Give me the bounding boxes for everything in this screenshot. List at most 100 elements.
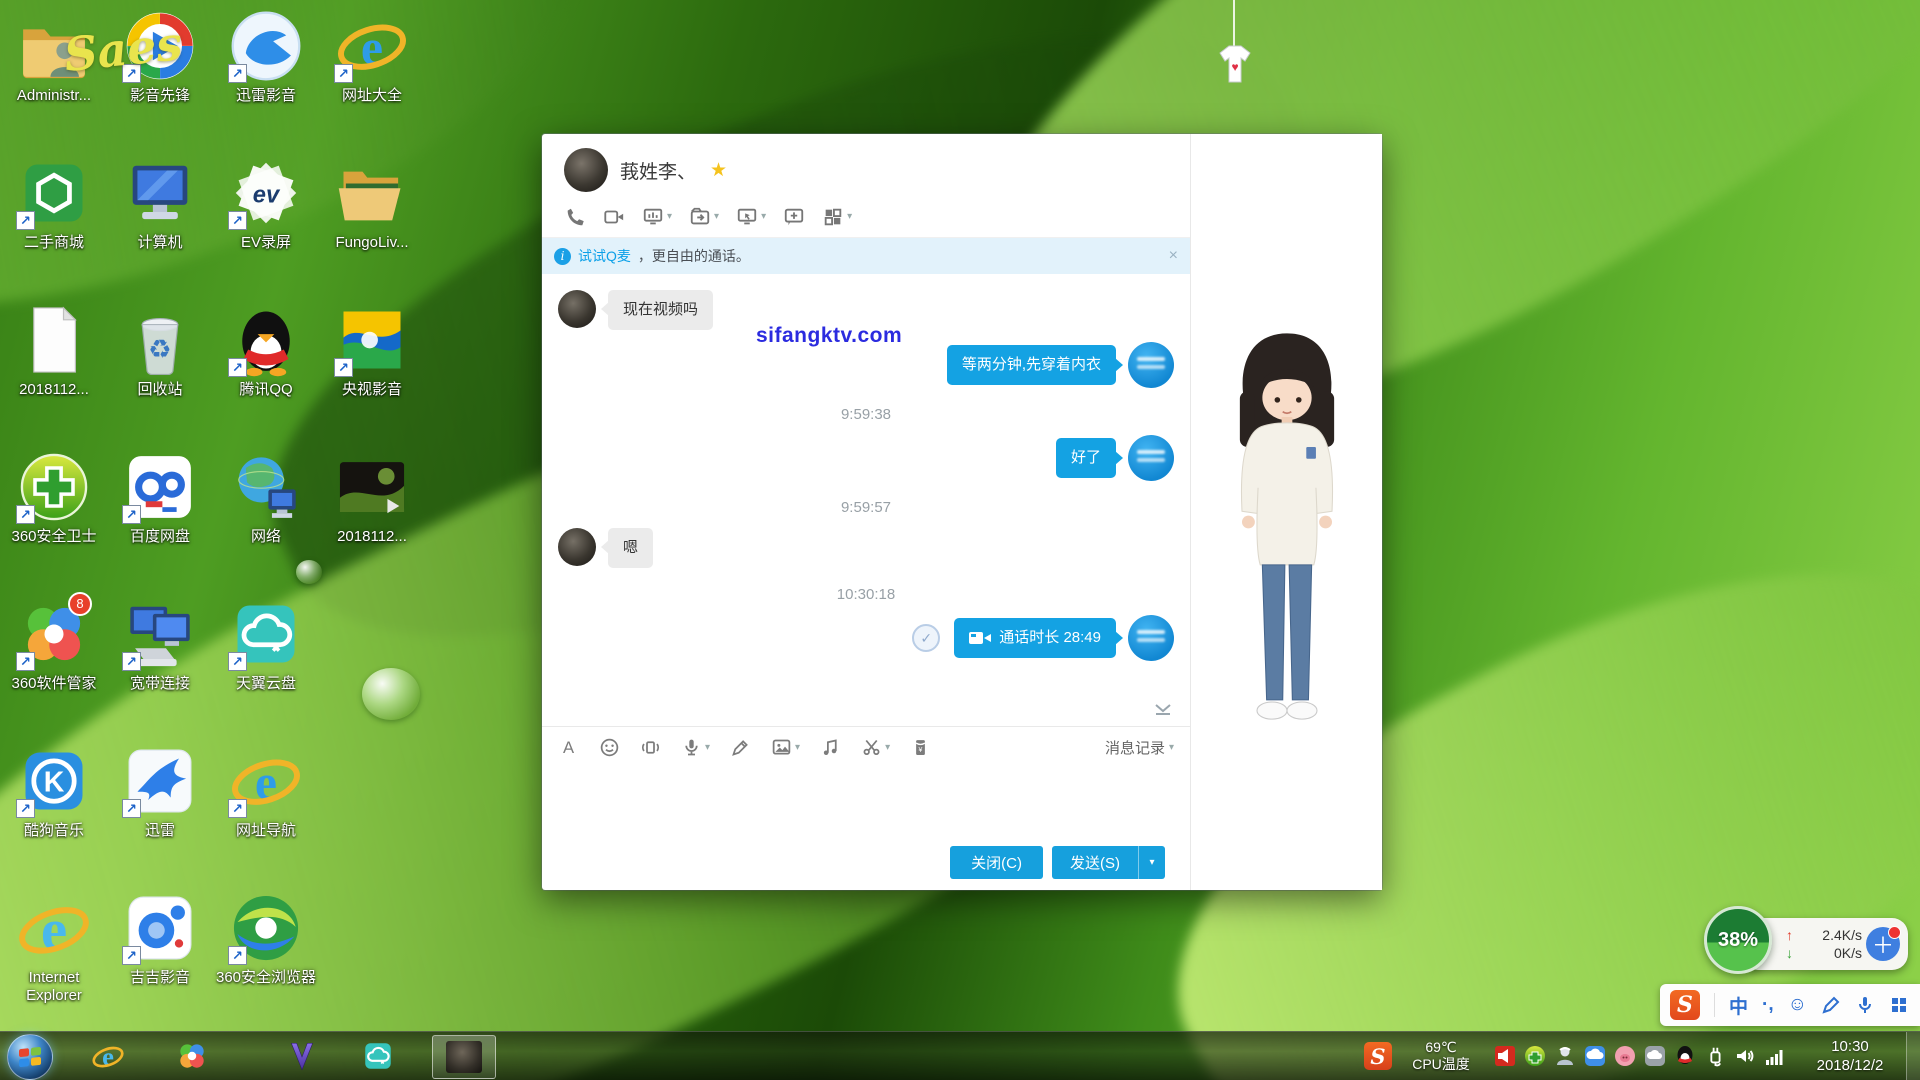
toolbar-apps-grid-icon[interactable]: ▾: [822, 206, 852, 228]
desktop-icon-360-anquan-weishi[interactable]: ↗360安全卫士: [2, 449, 106, 546]
desktop-icon-ershou-shangcheng[interactable]: ↗二手商城: [2, 155, 106, 252]
peer-avatar[interactable]: [564, 148, 608, 192]
taskbar-active-chat-window[interactable]: [432, 1035, 496, 1079]
shortcut-arrow-icon: ↗: [228, 946, 247, 965]
desktop-icon-tianyi-yunpan[interactable]: ↗天翼云盘: [214, 596, 318, 693]
show-desktop-button[interactable]: [1906, 1032, 1920, 1080]
desktop-icon-administrator[interactable]: Administr...: [2, 8, 106, 105]
ime-voice-icon[interactable]: [1855, 995, 1875, 1015]
desktop-icon-wangzhi-daohang[interactable]: e↗网址导航: [214, 743, 318, 840]
desktop-icon-ev-luping[interactable]: ev↗EV录屏: [214, 155, 318, 252]
clock[interactable]: 10:30 2018/12/2: [1802, 1037, 1898, 1075]
avatar-texture: [1137, 630, 1165, 634]
input-font-style-icon[interactable]: A: [558, 737, 579, 758]
tray-app-pink-icon[interactable]: [1613, 1044, 1637, 1068]
toolbar-send-file-icon[interactable]: ▾: [689, 206, 719, 228]
toolbar-video-call-icon[interactable]: [603, 206, 625, 228]
peer-avatar[interactable]: [558, 290, 596, 328]
desktop-icon-kuandai-lianjie[interactable]: ↗宽带连接: [108, 596, 212, 693]
input-music-icon[interactable]: [820, 737, 841, 758]
qmic-banner: i 试试Q麦 ，更自由的通话。 ×: [542, 238, 1190, 274]
tray-app-blue-icon[interactable]: [1583, 1044, 1607, 1068]
self-avatar[interactable]: [1128, 435, 1174, 481]
tray-megaphone-icon[interactable]: [1493, 1044, 1517, 1068]
ime-punctuation-icon[interactable]: ·,: [1762, 994, 1774, 1016]
accelerate-button[interactable]: ＋: [1866, 927, 1900, 961]
toolbar-screen-demo-icon[interactable]: ▾: [642, 206, 672, 228]
desktop-icon-360-ruanjian-guanjia[interactable]: ↗8360软件管家: [2, 596, 106, 693]
desktop-icon-baidu-wangpan[interactable]: ↗百度网盘: [108, 449, 212, 546]
message-bubble[interactable]: 好了: [1056, 438, 1116, 478]
desktop-icon-label: 酷狗音乐: [2, 822, 106, 840]
taskbar-player-v[interactable]: [282, 1037, 322, 1075]
input-window-shake-icon[interactable]: [640, 737, 661, 758]
desktop-icon-label: 2018112...: [320, 528, 424, 546]
ime-handwriting-icon[interactable]: [1821, 995, 1841, 1015]
ime-keyboard-icon[interactable]: [1889, 995, 1909, 1015]
message-history-button[interactable]: 消息记录▾: [1105, 737, 1174, 758]
tray-360-ball-icon[interactable]: [1523, 1044, 1547, 1068]
desktop-icon-yingyin-xianfeng[interactable]: ↗影音先锋: [108, 8, 212, 105]
qmic-link[interactable]: 试试Q麦: [578, 246, 631, 266]
tray-qq-icon[interactable]: [1673, 1044, 1697, 1068]
desktop-icon-xunlei-yingyin[interactable]: ↗迅雷影音: [214, 8, 318, 105]
input-voice-message-icon[interactable]: ▾: [681, 737, 710, 758]
toolbar-create-group-icon[interactable]: [783, 206, 805, 228]
toolbar-voice-call-icon[interactable]: [564, 206, 586, 228]
tray-volume-icon[interactable]: [1733, 1044, 1757, 1068]
input-red-packet-icon[interactable]: ¥: [910, 737, 931, 758]
send-options-caret-icon[interactable]: ▾: [1138, 846, 1165, 879]
desktop-icon-kugou-yinyue[interactable]: K↗酷狗音乐: [2, 743, 106, 840]
shortcut-arrow-icon: ↗: [16, 211, 35, 230]
desktop-icon-wangzhi-daquan[interactable]: e↗网址大全: [320, 8, 424, 105]
toolbar-remote-assist-icon[interactable]: ▾: [736, 206, 766, 228]
message-bubble[interactable]: 等两分钟,先穿着内衣: [947, 345, 1116, 385]
tray-power-plug-icon[interactable]: [1703, 1044, 1727, 1068]
shortcut-arrow-icon: ↗: [122, 946, 141, 965]
desktop-icon-360-anquan-liulanqi[interactable]: ↗360安全浏览器: [214, 890, 318, 987]
ime-chinese-icon[interactable]: 中: [1729, 992, 1748, 1019]
input-emoji-icon[interactable]: [599, 737, 620, 758]
peer-avatar[interactable]: [558, 528, 596, 566]
taskbar-browser-colorful[interactable]: [172, 1037, 212, 1075]
input-handwriting-icon[interactable]: [730, 737, 751, 758]
desktop-icon-wangluo[interactable]: 网络: [214, 449, 318, 546]
desktop-icon-fungolive[interactable]: FungoLiv...: [320, 155, 424, 252]
self-avatar[interactable]: [1128, 342, 1174, 388]
sogou-logo-icon[interactable]: S: [1670, 990, 1700, 1020]
close-chat-button[interactable]: 关闭(C): [950, 846, 1043, 879]
delivered-check-icon: ✓: [912, 624, 940, 652]
start-button[interactable]: [7, 1034, 53, 1080]
desktop-icon-internet-explorer[interactable]: eInternet Explorer: [2, 890, 106, 1005]
ie-e-icon: e↗: [334, 8, 410, 84]
download-arrow-icon: ↓: [1786, 945, 1800, 961]
tray-cloud-gray-icon[interactable]: [1643, 1044, 1667, 1068]
tray-sogou-icon[interactable]: S: [1364, 1042, 1392, 1070]
scroll-to-bottom-icon[interactable]: [1154, 702, 1172, 720]
svg-text:K: K: [44, 767, 65, 799]
desktop-icon-xunlei[interactable]: ↗迅雷: [108, 743, 212, 840]
desktop-icon-doc-2018112[interactable]: 2018112...: [2, 302, 106, 399]
taskbar-tianyi-cloud[interactable]: [358, 1037, 398, 1075]
ime-emoji-icon[interactable]: ☺: [1788, 994, 1807, 1016]
desktop-icon-jiji-yingyin[interactable]: ↗吉吉影音: [108, 890, 212, 987]
send-button[interactable]: 发送(S) ▾: [1052, 846, 1165, 879]
message-bubble[interactable]: 通话时长 28:49: [954, 618, 1116, 658]
self-avatar[interactable]: [1128, 615, 1174, 661]
taskbar-internet-explorer[interactable]: e: [88, 1037, 128, 1075]
desktop-icon-yangshi-yingyin[interactable]: ↗央视影音: [320, 302, 424, 399]
message-bubble[interactable]: 嗯: [608, 528, 653, 568]
banner-close-icon[interactable]: ×: [1169, 247, 1178, 265]
desktop-icon-jisuanji[interactable]: 计算机: [108, 155, 212, 252]
tray-network-signal-icon[interactable]: [1763, 1044, 1787, 1068]
tray-person-icon[interactable]: [1553, 1044, 1577, 1068]
input-image-icon[interactable]: ▾: [771, 737, 800, 758]
input-screenshot-icon[interactable]: ▾: [861, 737, 890, 758]
memory-ball[interactable]: 38%: [1704, 906, 1772, 974]
desktop-icon-video-2018112[interactable]: 2018112...: [320, 449, 424, 546]
desktop-icon-tengxun-qq[interactable]: ↗腾讯QQ: [214, 302, 318, 399]
folder-user-icon: [16, 8, 92, 84]
message-input[interactable]: [542, 768, 1190, 834]
message-bubble[interactable]: 现在视频吗: [608, 290, 713, 330]
desktop-icon-huishouzhan[interactable]: ♻回收站: [108, 302, 212, 399]
